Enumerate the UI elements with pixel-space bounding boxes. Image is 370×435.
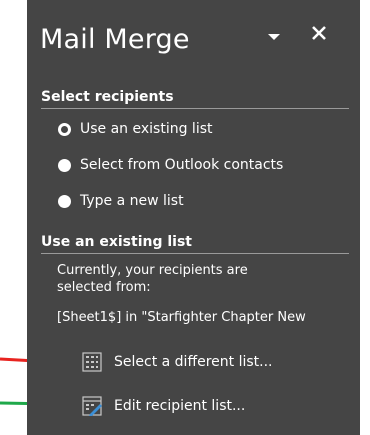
edit-recipient-list-link[interactable]: Edit recipient list...	[82, 394, 245, 418]
mail-merge-pane: Mail Merge Select recipients Use an exis…	[27, 0, 360, 435]
screenshot-stage: Mail Merge Select recipients Use an exis…	[0, 0, 370, 435]
radio-label: Select from Outlook contacts	[80, 157, 284, 173]
select-different-list-label: Select a different list...	[114, 354, 273, 370]
radio-use-existing-list[interactable]: Use an existing list	[58, 119, 213, 139]
use-existing-list-heading: Use an existing list	[41, 234, 192, 250]
select-recipients-heading: Select recipients	[41, 89, 174, 105]
edit-list-icon	[82, 396, 102, 416]
radio-unselected-icon	[58, 194, 71, 208]
close-icon[interactable]	[308, 22, 330, 44]
table-list-icon	[82, 352, 102, 372]
radio-selected-icon	[58, 122, 71, 136]
radio-select-outlook-contacts[interactable]: Select from Outlook contacts	[58, 155, 283, 175]
dropdown-triangle-icon[interactable]	[265, 30, 283, 44]
edit-recipient-list-label: Edit recipient list...	[114, 398, 246, 414]
radio-type-new-list[interactable]: Type a new list	[58, 191, 184, 211]
recipients-description-line2: selected from:	[57, 280, 151, 295]
section-divider	[41, 108, 349, 109]
recipients-source: [Sheet1$] in "Starfighter Chapter New	[57, 310, 306, 325]
pane-title: Mail Merge	[40, 24, 190, 55]
section-divider	[41, 253, 349, 254]
recipients-description-line1: Currently, your recipients are	[57, 263, 248, 278]
select-different-list-link[interactable]: Select a different list...	[82, 350, 273, 374]
radio-label: Use an existing list	[80, 121, 213, 137]
radio-label: Type a new list	[80, 193, 184, 209]
radio-unselected-icon	[58, 158, 71, 172]
